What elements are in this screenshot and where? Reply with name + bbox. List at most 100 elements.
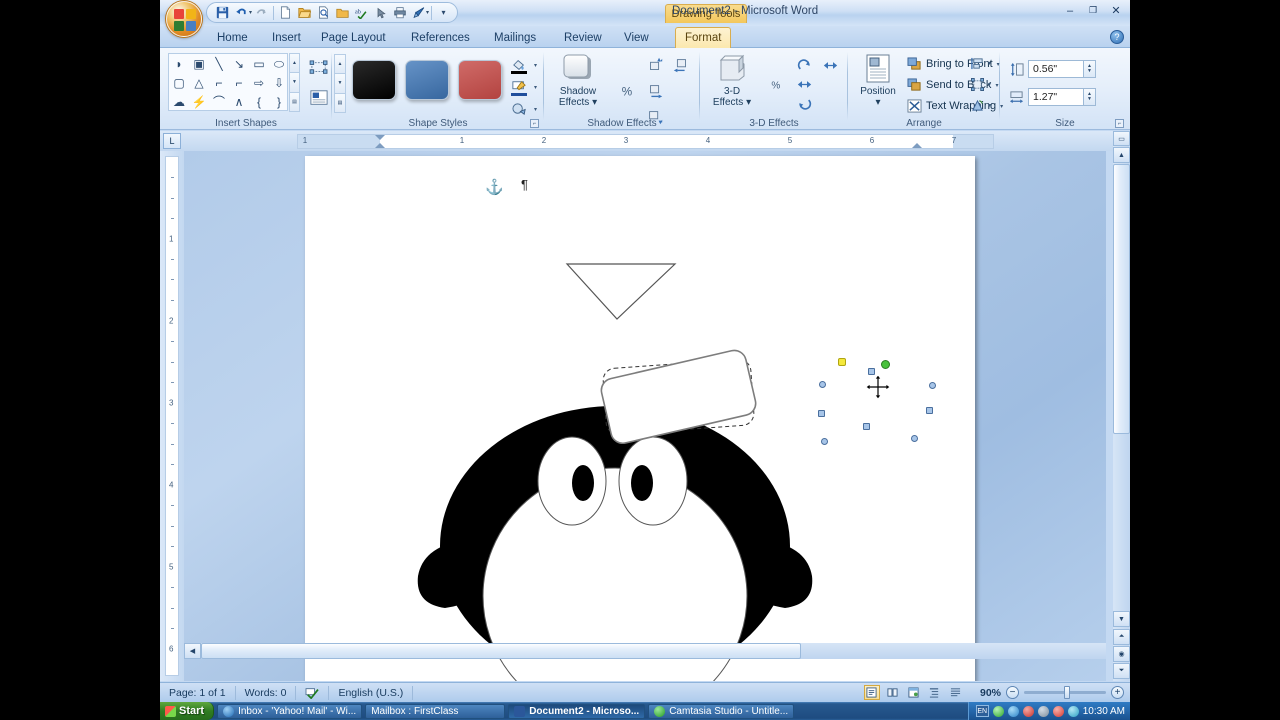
start-button[interactable]: Start [160, 702, 215, 720]
resize-handle-middle-right[interactable] [926, 407, 933, 414]
no-shadow-effect-icon[interactable]: % [617, 80, 641, 102]
shapes-gallery[interactable]: ◗ ▣ ╲ ↘ ▭ ⬭ ▢ △ ⌐ ⌐ ⇨ ⇩ ☁ ⚡ ⌒ ∧ { } [168, 53, 288, 111]
shape-lightning-icon[interactable]: ⚡ [192, 96, 207, 108]
taskbar-item-mailbox[interactable]: Mailbox : FirstClass [365, 703, 506, 719]
shape-fill-icon[interactable] [508, 55, 530, 75]
page-indicator[interactable]: Page: 1 of 1 [160, 685, 236, 700]
language-bar-icon[interactable]: EN [975, 705, 989, 717]
taskbar-item-camtasia[interactable]: Camtasia Studio - Untitle... [648, 703, 795, 719]
hanging-indent-marker[interactable] [375, 143, 385, 148]
help-icon[interactable]: ? [1110, 30, 1124, 44]
shape-cloud-icon[interactable]: ☁ [173, 96, 185, 108]
draft-view-button[interactable] [948, 685, 964, 700]
undo-button[interactable] [232, 4, 251, 22]
group-button[interactable]: ▾ [970, 74, 992, 94]
horizontal-scroll-thumb[interactable] [201, 643, 801, 659]
right-indent-marker[interactable] [912, 143, 922, 148]
change-shape-icon[interactable] [508, 99, 530, 119]
shape-down-arrow-icon[interactable]: ⇩ [274, 77, 284, 89]
shape-arc-icon[interactable]: ⌒ [213, 96, 225, 108]
close-button[interactable]: ✕ [1106, 3, 1126, 18]
resize-handle-middle-left[interactable] [818, 410, 825, 417]
three-d-effects-button[interactable]: 3-D Effects ▾ [704, 52, 760, 108]
tilt-left-icon[interactable] [818, 54, 842, 76]
nudge-shadow-left-icon[interactable] [669, 54, 693, 76]
horizontal-scrollbar[interactable]: ◀ ▶ [184, 643, 1106, 659]
rotate-button[interactable]: ▾ [970, 95, 992, 115]
tilt-down-icon[interactable] [792, 92, 816, 114]
no-3d-effect-icon[interactable]: % [766, 73, 790, 95]
tab-review[interactable]: Review [555, 28, 611, 48]
shape-left-brace-icon[interactable]: { [257, 96, 261, 108]
document-canvas[interactable]: ⚓ ¶ ◀ [184, 151, 1106, 681]
shape-frame-icon[interactable]: ▣ [193, 58, 204, 70]
vertical-scroll-thumb[interactable] [1113, 164, 1130, 434]
shape-rounded-rect-icon[interactable]: ▢ [173, 77, 184, 89]
align-dropdown-icon[interactable]: ▾ [988, 60, 991, 67]
change-shape-dropdown-icon[interactable]: ▾ [534, 106, 537, 113]
resize-handle-bottom-left[interactable] [821, 438, 828, 445]
minimize-button[interactable]: – [1060, 3, 1080, 18]
shape-oval-icon[interactable]: ⬭ [274, 58, 284, 70]
zoom-level-label[interactable]: 90% [980, 687, 1001, 699]
shape-elbow-connector-icon[interactable]: ⌐ [215, 77, 222, 89]
tab-mailings[interactable]: Mailings [485, 28, 545, 48]
shape-angle-icon[interactable]: ∧ [235, 96, 244, 108]
tray-icon-2[interactable] [1007, 705, 1019, 717]
shape-triangle-icon[interactable]: △ [194, 77, 203, 89]
shape-height-input[interactable]: 0.56" [1028, 60, 1084, 78]
select-browse-object-icon[interactable]: ◉ [1113, 646, 1130, 662]
taskbar-item-inbox[interactable]: Inbox - 'Yahoo! Mail' - Wi... [217, 703, 363, 719]
shape-elbow-arrow-icon[interactable]: ⌐ [235, 77, 242, 89]
tray-icon-4[interactable] [1037, 705, 1049, 717]
zoom-slider[interactable] [1024, 686, 1106, 699]
vscroll-down-icon[interactable]: ▼ [1113, 611, 1130, 627]
resize-handle-bottom-right[interactable] [911, 435, 918, 442]
full-screen-reading-view-button[interactable] [885, 685, 901, 700]
shape-style-red[interactable] [458, 60, 502, 100]
width-spin-down-icon[interactable]: ▼ [1087, 97, 1092, 102]
spelling-check-button[interactable]: ab [352, 4, 371, 22]
group-dropdown-icon[interactable]: ▾ [988, 81, 991, 88]
next-page-icon[interactable]: ⏷ [1113, 663, 1130, 679]
styles-more-icon[interactable]: ▤ [334, 92, 346, 113]
save-button[interactable] [213, 4, 232, 22]
tab-page-layout[interactable]: Page Layout [312, 28, 395, 48]
shape-width-input[interactable]: 1.27" [1028, 88, 1084, 106]
text-box-icon[interactable] [306, 86, 332, 110]
zoom-out-button[interactable]: − [1006, 686, 1019, 699]
vscroll-up-icon[interactable]: ▲ [1113, 147, 1130, 163]
shape-outline-row[interactable]: ▾ [508, 76, 537, 98]
position-caret-icon[interactable]: ▾ [850, 97, 906, 108]
gallery-more-icon[interactable]: ▤ [289, 91, 300, 112]
vertical-ruler[interactable]: 1 2 3 4 5 6 [165, 156, 179, 676]
redo-button[interactable] [252, 4, 271, 22]
shape-height-spinner[interactable]: ▲ ▼ [1084, 60, 1096, 78]
nudge-shadow-right-icon[interactable] [643, 80, 667, 102]
nudge-shadow-up-icon[interactable] [643, 54, 667, 76]
document-page[interactable]: ⚓ ¶ [305, 156, 975, 681]
vertical-scrollbar[interactable]: ▭ ▲ ▼ ⏶ ◉ ⏷ [1113, 131, 1130, 681]
taskbar-clock[interactable]: 10:30 AM [1083, 706, 1125, 717]
resize-handle-top-left[interactable] [819, 381, 826, 388]
taskbar-item-document2[interactable]: Document2 - Microso... [508, 703, 646, 719]
previous-page-icon[interactable]: ⏶ [1113, 629, 1130, 645]
gallery-scroll-down-icon[interactable]: ▼ [289, 72, 300, 93]
word-count[interactable]: Words: 0 [236, 685, 297, 700]
tab-insert[interactable]: Insert [263, 28, 310, 48]
tray-icon-6[interactable] [1067, 705, 1079, 717]
tab-stop-selector[interactable]: L [163, 133, 181, 149]
quick-print-button[interactable] [333, 4, 352, 22]
shadow-effects-button[interactable]: Shadow Effects ▾ [550, 52, 606, 108]
open-button[interactable] [295, 4, 314, 22]
outline-view-button[interactable] [927, 685, 943, 700]
shape-width-spinner[interactable]: ▲ ▼ [1084, 88, 1096, 106]
styles-scroll-down-icon[interactable]: ▼ [334, 73, 346, 94]
first-line-indent-marker[interactable] [375, 135, 385, 140]
tray-icon-5[interactable] [1052, 705, 1064, 717]
tray-icon-3[interactable] [1022, 705, 1034, 717]
gallery-scroll-up-icon[interactable]: ▲ [289, 53, 300, 74]
tab-home[interactable]: Home [208, 28, 257, 48]
print-preview-button[interactable] [314, 4, 333, 22]
height-spin-down-icon[interactable]: ▼ [1087, 69, 1092, 74]
